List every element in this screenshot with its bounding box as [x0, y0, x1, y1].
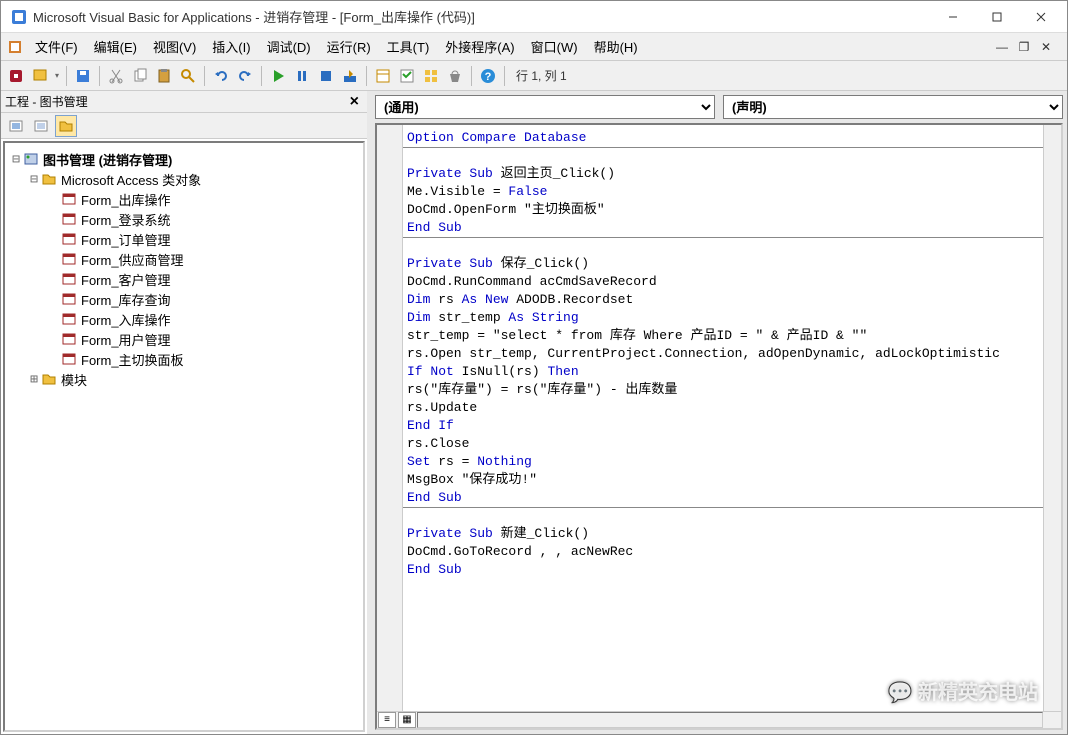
vertical-scrollbar[interactable] [1043, 125, 1061, 711]
tree-form-item[interactable]: Form_出库操作 [9, 189, 359, 209]
tree-root[interactable]: ⊟ 图书管理 (进销存管理) [9, 149, 359, 169]
tree-form-item[interactable]: Form_供应商管理 [9, 249, 359, 269]
menu-file[interactable]: 文件(F) [27, 33, 86, 60]
procedure-view-button[interactable]: ≡ [378, 712, 396, 728]
redo-icon[interactable] [234, 65, 256, 87]
undo-icon[interactable] [210, 65, 232, 87]
tree-form-item[interactable]: Form_客户管理 [9, 269, 359, 289]
form-icon [61, 291, 77, 307]
mdi-minimize-button[interactable]: — [993, 39, 1011, 55]
svg-text:?: ? [485, 71, 492, 83]
form-icon [61, 311, 77, 327]
titlebar: Microsoft Visual Basic for Applications … [1, 1, 1067, 33]
folder-icon [41, 171, 57, 187]
window-title: Microsoft Visual Basic for Applications … [33, 7, 931, 26]
menu-insert[interactable]: 插入(I) [204, 33, 258, 60]
toolbar: ▾ ? 行 1, 列 1 [1, 61, 1067, 91]
cursor-position: 行 1, 列 1 [510, 67, 567, 84]
menu-run[interactable]: 运行(R) [319, 33, 379, 60]
form-icon [61, 251, 77, 267]
vba-icon [7, 39, 23, 55]
tree-form-item[interactable]: Form_订单管理 [9, 229, 359, 249]
tree-modules[interactable]: ⊞ 模块 [9, 369, 359, 389]
tree-form-item[interactable]: Form_入库操作 [9, 309, 359, 329]
tree-form-item[interactable]: Form_登录系统 [9, 209, 359, 229]
menubar: 文件(F) 编辑(E) 视图(V) 插入(I) 调试(D) 运行(R) 工具(T… [1, 33, 1067, 61]
minimize-button[interactable] [931, 2, 975, 32]
form-icon [61, 231, 77, 247]
view-object-icon[interactable] [30, 115, 52, 137]
help-icon[interactable]: ? [477, 65, 499, 87]
cut-icon[interactable] [105, 65, 127, 87]
project-explorer-icon[interactable] [372, 65, 394, 87]
form-icon [61, 331, 77, 347]
tree-form-item[interactable]: Form_库存查询 [9, 289, 359, 309]
save-icon[interactable] [72, 65, 94, 87]
tree-class-objects[interactable]: ⊟ Microsoft Access 类对象 [9, 169, 359, 189]
project-icon [23, 151, 39, 167]
view-access-icon[interactable] [5, 65, 27, 87]
close-button[interactable] [1019, 2, 1063, 32]
run-icon[interactable] [267, 65, 289, 87]
copy-icon[interactable] [129, 65, 151, 87]
tree-form-item[interactable]: Form_用户管理 [9, 329, 359, 349]
project-tree[interactable]: ⊟ 图书管理 (进销存管理) ⊟ Microsoft Access 类对象 Fo… [3, 141, 365, 732]
project-explorer-pane: 工程 - 图书管理 × ⊟ 图书管理 (进销存管理) ⊟ Microsoft A… [1, 91, 371, 734]
view-code-icon[interactable] [5, 115, 27, 137]
full-module-view-button[interactable]: ▦ [398, 712, 416, 728]
dropdown-icon[interactable]: ▾ [53, 71, 61, 80]
object-combo[interactable]: (通用) [375, 95, 715, 119]
insert-module-icon[interactable] [29, 65, 51, 87]
menu-view[interactable]: 视图(V) [145, 33, 204, 60]
code-editor[interactable]: Option Compare DatabasePrivate Sub 返回主页_… [403, 125, 1043, 711]
properties-icon[interactable] [396, 65, 418, 87]
folder-icon [41, 371, 57, 387]
maximize-button[interactable] [975, 2, 1019, 32]
mdi-close-button[interactable]: ✕ [1037, 39, 1055, 55]
code-window: (通用) (声明) Option Compare DatabasePrivate… [371, 91, 1067, 734]
horizontal-scrollbar[interactable] [417, 712, 1043, 728]
break-icon[interactable] [291, 65, 313, 87]
app-icon [11, 9, 27, 25]
menu-debug[interactable]: 调试(D) [259, 33, 319, 60]
reset-icon[interactable] [315, 65, 337, 87]
project-pane-close-button[interactable]: × [346, 93, 363, 111]
menu-edit[interactable]: 编辑(E) [86, 33, 145, 60]
form-icon [61, 211, 77, 227]
project-pane-title: 工程 - 图书管理 [5, 93, 88, 110]
design-mode-icon[interactable] [339, 65, 361, 87]
find-icon[interactable] [177, 65, 199, 87]
watermark: 💬 新精英充电站 [888, 676, 1038, 705]
paste-icon[interactable] [153, 65, 175, 87]
project-pane-header: 工程 - 图书管理 × [1, 91, 367, 113]
code-margin[interactable] [377, 125, 403, 711]
object-browser-icon[interactable] [420, 65, 442, 87]
form-icon [61, 191, 77, 207]
form-icon [61, 271, 77, 287]
toggle-folders-icon[interactable] [55, 115, 77, 137]
mdi-restore-button[interactable]: ❐ [1015, 39, 1033, 55]
form-icon [61, 351, 77, 367]
menu-window[interactable]: 窗口(W) [523, 33, 586, 60]
menu-tools[interactable]: 工具(T) [379, 33, 438, 60]
toolbox-icon[interactable] [444, 65, 466, 87]
menu-addins[interactable]: 外接程序(A) [437, 33, 522, 60]
procedure-combo[interactable]: (声明) [723, 95, 1063, 119]
menu-help[interactable]: 帮助(H) [586, 33, 646, 60]
project-pane-toolbar [1, 113, 367, 139]
tree-form-item[interactable]: Form_主切换面板 [9, 349, 359, 369]
